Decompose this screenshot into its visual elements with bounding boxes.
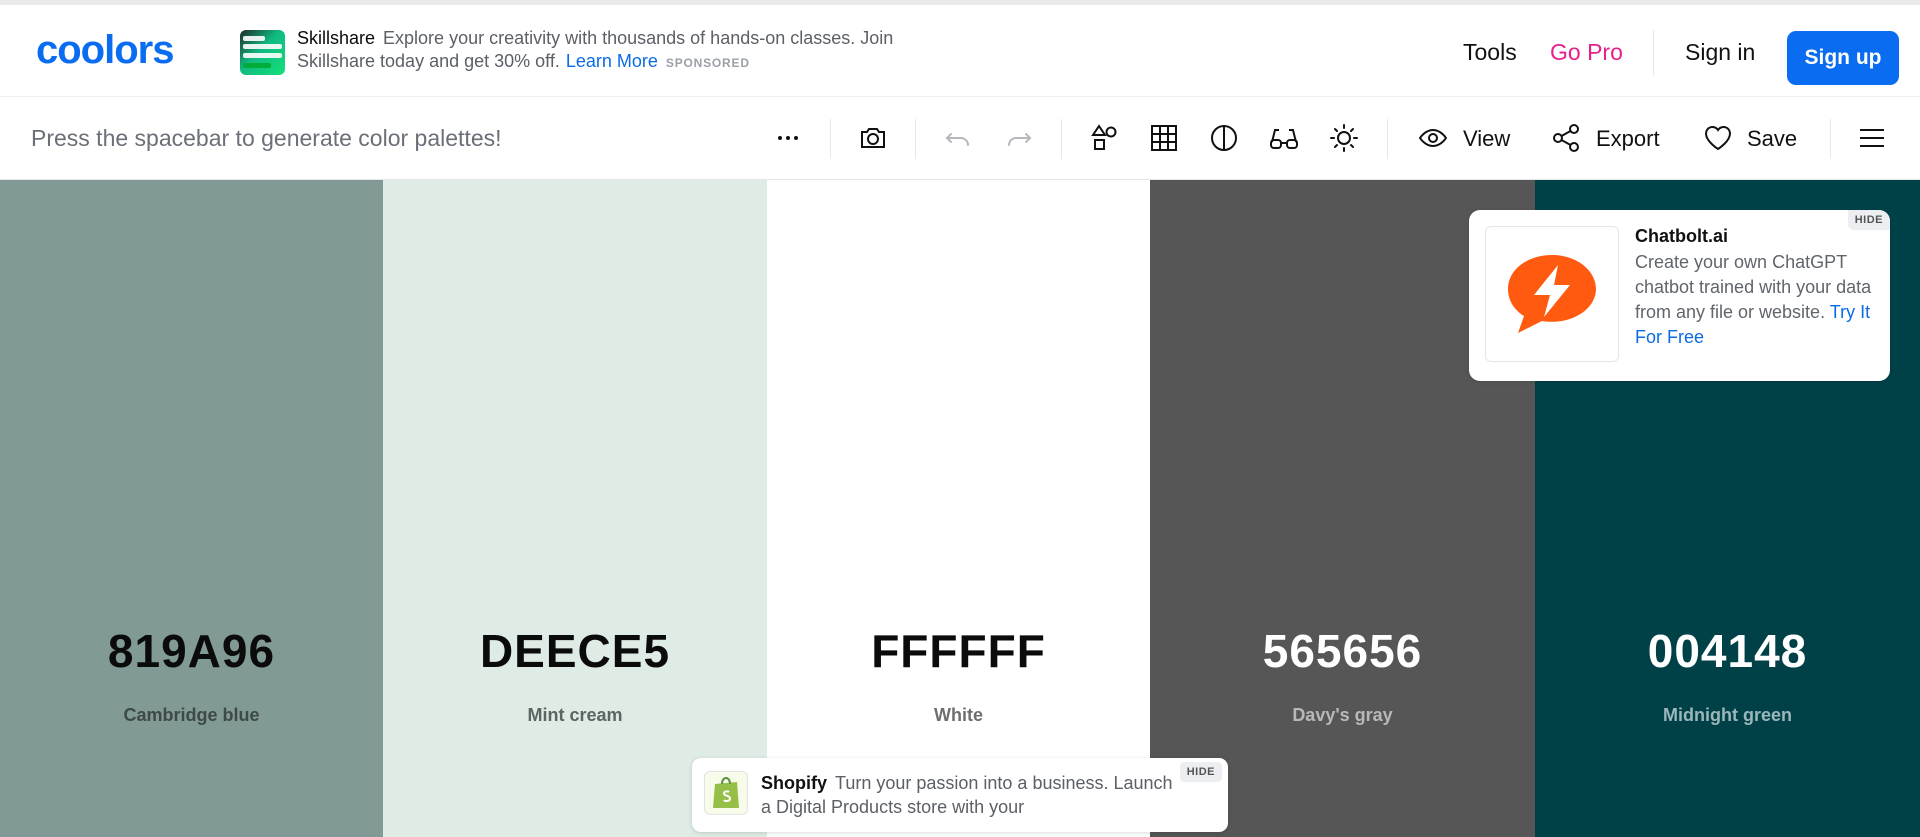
shopify-brand: Shopify bbox=[761, 773, 827, 793]
share-icon[interactable] bbox=[1550, 122, 1582, 154]
color-name[interactable]: Cambridge blue bbox=[0, 705, 383, 726]
view-button[interactable]: View bbox=[1463, 126, 1510, 152]
more-icon[interactable] bbox=[772, 122, 804, 154]
shopify-ad-text: Shopify Turn your passion into a business… bbox=[761, 771, 1181, 819]
ad-learn-more-link[interactable]: Learn More bbox=[566, 51, 658, 71]
shopify-logo[interactable] bbox=[704, 771, 748, 815]
svg-text:coolors: coolors bbox=[36, 32, 173, 72]
color-name[interactable]: Midnight green bbox=[1535, 705, 1920, 726]
color-hex[interactable]: FFFFFF bbox=[767, 624, 1150, 678]
redo-icon[interactable] bbox=[1003, 122, 1035, 154]
nav-go-pro[interactable]: Go Pro bbox=[1550, 39, 1623, 66]
save-button[interactable]: Save bbox=[1747, 126, 1797, 152]
palette-color-3[interactable]: FFFFFF White bbox=[767, 180, 1150, 837]
chatbolt-ad-card[interactable]: Chatbolt.ai Create your own ChatGPT chat… bbox=[1469, 210, 1890, 381]
eye-icon[interactable] bbox=[1417, 122, 1449, 154]
color-name[interactable]: Mint cream bbox=[383, 705, 767, 726]
chatbolt-body: Create your own ChatGPT chatbot trained … bbox=[1635, 250, 1875, 350]
sign-in-link[interactable]: Sign in bbox=[1685, 39, 1755, 66]
color-name[interactable]: Davy's gray bbox=[1150, 705, 1535, 726]
hide-ad-button[interactable]: HIDE bbox=[1179, 762, 1222, 782]
ad-brand: Skillshare bbox=[297, 28, 376, 48]
lightning-icon bbox=[1508, 255, 1596, 333]
palette-color-2[interactable]: DEECE5 Mint cream bbox=[383, 180, 767, 837]
undo-icon[interactable] bbox=[942, 122, 974, 154]
nav-divider bbox=[1653, 30, 1654, 76]
shopping-bag-icon bbox=[713, 776, 739, 808]
skillshare-ad: Skillshare Explore your creativity with t… bbox=[297, 27, 917, 75]
shopify-ad-card[interactable]: Shopify Turn your passion into a business… bbox=[692, 758, 1228, 832]
color-name[interactable]: White bbox=[767, 705, 1150, 726]
menu-icon[interactable] bbox=[1856, 122, 1888, 154]
coolors-logo[interactable]: coolors bbox=[36, 32, 206, 72]
grid-icon[interactable] bbox=[1148, 122, 1180, 154]
toolbar-divider bbox=[1830, 119, 1831, 159]
header: coolors Skillshare Explore your creativit… bbox=[0, 5, 1920, 97]
color-hex[interactable]: 004148 bbox=[1535, 624, 1920, 678]
heart-icon[interactable] bbox=[1702, 122, 1734, 154]
toolbar-divider bbox=[1387, 119, 1388, 159]
contrast-icon[interactable] bbox=[1208, 122, 1240, 154]
camera-icon[interactable] bbox=[857, 122, 889, 154]
shapes-icon[interactable] bbox=[1089, 122, 1121, 154]
chatbolt-title: Chatbolt.ai bbox=[1635, 226, 1728, 246]
nav-tools[interactable]: Tools bbox=[1463, 39, 1517, 66]
chatbolt-logo[interactable] bbox=[1485, 226, 1619, 362]
hide-ad-button[interactable]: HIDE bbox=[1847, 210, 1890, 230]
palette-color-1[interactable]: 819A96 Cambridge blue bbox=[0, 180, 383, 837]
color-hex[interactable]: 819A96 bbox=[0, 624, 383, 678]
color-hex[interactable]: 565656 bbox=[1150, 624, 1535, 678]
toolbar-divider bbox=[1061, 119, 1062, 159]
toolbar: Press the spacebar to generate color pal… bbox=[0, 97, 1920, 180]
toolbar-divider bbox=[830, 119, 831, 159]
spacebar-hint: Press the spacebar to generate color pal… bbox=[31, 125, 502, 151]
toolbar-divider bbox=[915, 119, 916, 159]
sponsored-label: SPONSORED bbox=[665, 56, 750, 70]
export-button[interactable]: Export bbox=[1596, 126, 1660, 152]
glasses-icon[interactable] bbox=[1268, 122, 1300, 154]
sign-up-button[interactable]: Sign up bbox=[1787, 31, 1899, 85]
color-hex[interactable]: DEECE5 bbox=[383, 624, 767, 678]
sun-icon[interactable] bbox=[1328, 122, 1360, 154]
skillshare-ad-thumbnail[interactable] bbox=[240, 30, 285, 75]
